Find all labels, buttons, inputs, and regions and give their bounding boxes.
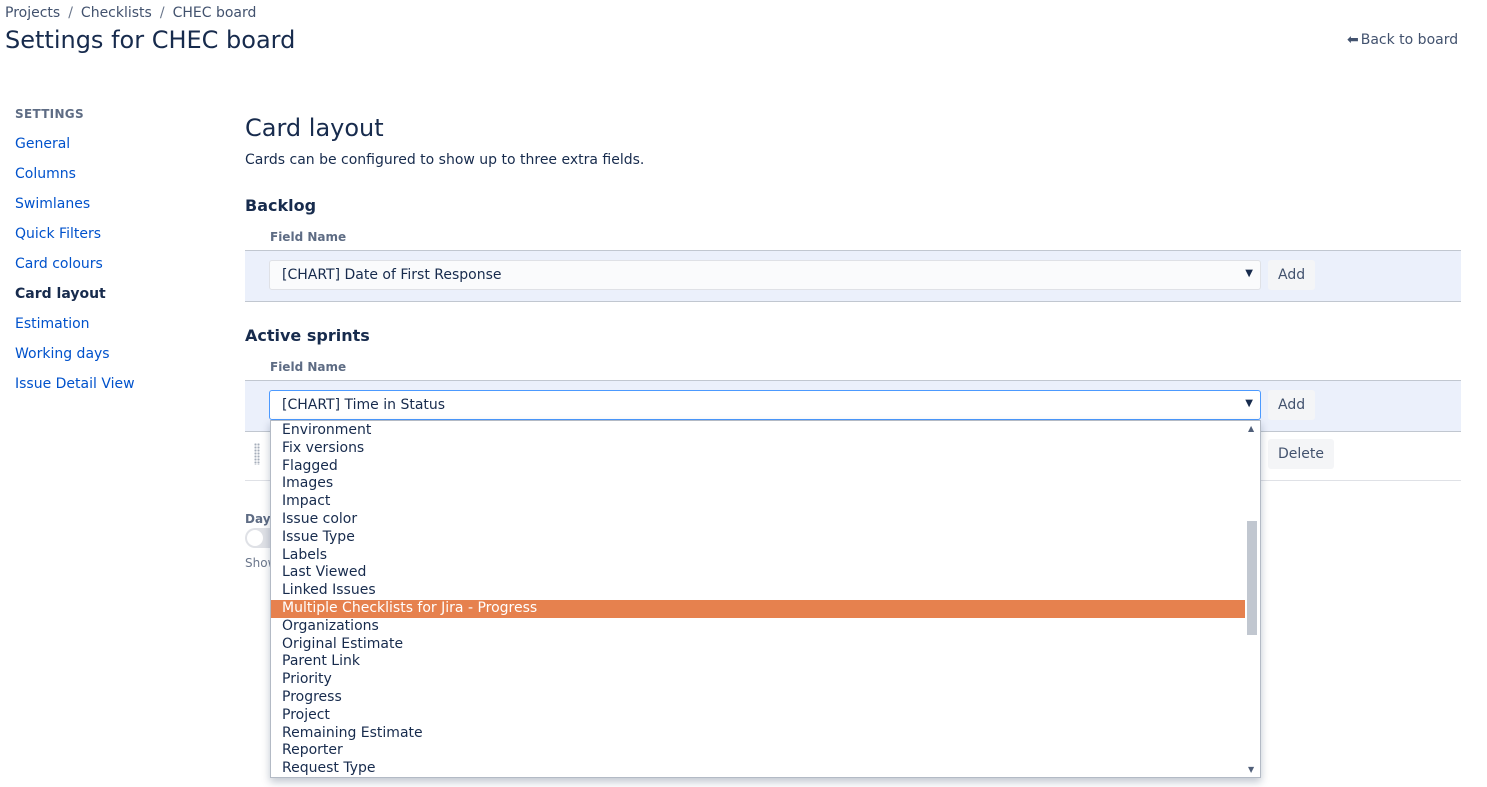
dropdown-options: Environment Fix versions Flagged Images Impa… — [271, 422, 1245, 777]
settings-heading: SETTINGS — [15, 107, 84, 121]
sidebar-item-general[interactable]: General — [15, 136, 70, 152]
dropdown-option[interactable]: Flagged — [271, 458, 1245, 476]
breadcrumb: Projects / Checklists / CHEC board — [5, 5, 256, 21]
back-to-board-link[interactable]: ⬅ Back to board — [1347, 32, 1458, 48]
active-sprints-field-name-label: Field Name — [270, 360, 347, 374]
dropdown-option[interactable]: Organizations — [271, 618, 1245, 636]
active-sprints-add-button[interactable]: Add — [1268, 390, 1316, 420]
delete-button[interactable]: Delete — [1268, 439, 1334, 469]
section-description: Cards can be configured to show up to th… — [245, 152, 645, 168]
breadcrumb-checklists[interactable]: Checklists — [81, 5, 152, 21]
dropdown-option[interactable]: Labels — [271, 547, 1245, 565]
sidebar-item-columns[interactable]: Columns — [15, 166, 76, 182]
drag-handle-icon[interactable] — [254, 443, 260, 465]
page-title: Settings for CHEC board — [5, 26, 296, 54]
backlog-heading: Backlog — [245, 196, 317, 215]
active-sprints-field-select-value: [CHART] Time in Status — [282, 397, 446, 413]
dropdown-option[interactable]: Priority — [271, 671, 1245, 689]
toggle-knob — [247, 530, 263, 546]
scrollbar-thumb[interactable] — [1247, 521, 1257, 635]
backlog-field-select[interactable]: [CHART] Date of First Response ▼ — [269, 260, 1261, 290]
sidebar-item-quick-filters[interactable]: Quick Filters — [15, 226, 101, 242]
sidebar-item-issue-detail-view[interactable]: Issue Detail View — [15, 376, 135, 392]
active-sprints-field-select[interactable]: [CHART] Time in Status ▼ — [269, 390, 1261, 420]
field-select-dropdown[interactable]: Environment Fix versions Flagged Images Impa… — [270, 420, 1261, 778]
breadcrumb-projects[interactable]: Projects — [5, 5, 60, 21]
dropdown-option[interactable]: Last Viewed — [271, 564, 1245, 582]
backlog-field-select-value: [CHART] Date of First Response — [282, 267, 502, 283]
dropdown-option[interactable]: Issue color — [271, 511, 1245, 529]
dropdown-option[interactable]: Original Estimate — [271, 636, 1245, 654]
dropdown-option[interactable]: Linked Issues — [271, 582, 1245, 600]
dropdown-option[interactable]: Parent Link — [271, 653, 1245, 671]
back-to-board-label: Back to board — [1360, 32, 1459, 48]
active-sprints-heading: Active sprints — [245, 326, 370, 345]
dropdown-option[interactable]: Remaining Estimate — [271, 725, 1245, 743]
scroll-down-icon[interactable]: ▼ — [1248, 765, 1254, 774]
scroll-up-icon[interactable]: ▲ — [1248, 424, 1254, 433]
breadcrumb-board[interactable]: CHEC board — [173, 5, 257, 21]
dropdown-option[interactable]: Progress — [271, 689, 1245, 707]
breadcrumb-separator: / — [68, 5, 73, 21]
chevron-down-icon: ▼ — [1245, 398, 1253, 409]
arrow-left-icon: ⬅ — [1347, 32, 1359, 48]
dropdown-option[interactable]: Project — [271, 707, 1245, 725]
dropdown-option[interactable]: Fix versions — [271, 440, 1245, 458]
dropdown-option[interactable]: Issue Type — [271, 529, 1245, 547]
chevron-down-icon: ▼ — [1245, 268, 1253, 279]
sidebar-item-estimation[interactable]: Estimation — [15, 316, 90, 332]
dropdown-option[interactable]: Reporter — [271, 742, 1245, 760]
sidebar-item-card-layout[interactable]: Card layout — [15, 286, 106, 302]
dropdown-option[interactable]: Request Type — [271, 760, 1245, 777]
dropdown-scrollbar[interactable]: ▲ ▼ — [1245, 421, 1260, 777]
dropdown-option[interactable]: Impact — [271, 493, 1245, 511]
backlog-add-row: [CHART] Date of First Response ▼ Add — [245, 250, 1461, 302]
sidebar-item-working-days[interactable]: Working days — [15, 346, 110, 362]
dropdown-option[interactable]: Environment — [271, 422, 1245, 440]
dropdown-option[interactable]: Multiple Checklists for Jira - Progress — [271, 599, 1245, 618]
backlog-add-button[interactable]: Add — [1268, 260, 1316, 290]
sidebar-item-card-colours[interactable]: Card colours — [15, 256, 103, 272]
dropdown-option[interactable]: Images — [271, 475, 1245, 493]
section-title: Card layout — [245, 114, 384, 142]
backlog-field-name-label: Field Name — [270, 230, 347, 244]
sidebar-item-swimlanes[interactable]: Swimlanes — [15, 196, 90, 212]
breadcrumb-separator: / — [159, 5, 165, 21]
